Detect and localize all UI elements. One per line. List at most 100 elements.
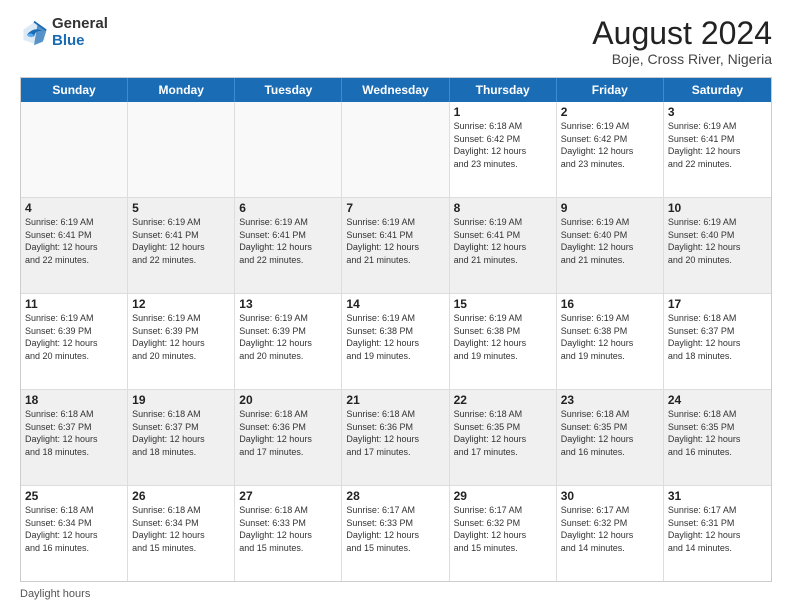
calendar-header-cell: Thursday (450, 78, 557, 102)
footer-note: Daylight hours (20, 588, 772, 600)
calendar-day-cell: 13Sunrise: 6:19 AM Sunset: 6:39 PM Dayli… (235, 294, 342, 389)
day-info: Sunrise: 6:17 AM Sunset: 6:33 PM Dayligh… (346, 504, 444, 554)
calendar-day-cell: 9Sunrise: 6:19 AM Sunset: 6:40 PM Daylig… (557, 198, 664, 293)
calendar-day-cell: 29Sunrise: 6:17 AM Sunset: 6:32 PM Dayli… (450, 486, 557, 581)
day-info: Sunrise: 6:18 AM Sunset: 6:36 PM Dayligh… (239, 408, 337, 458)
header: General Blue August 2024 Boje, Cross Riv… (20, 16, 772, 67)
calendar-day-cell: 23Sunrise: 6:18 AM Sunset: 6:35 PM Dayli… (557, 390, 664, 485)
day-number: 2 (561, 105, 659, 119)
calendar-day-cell: 25Sunrise: 6:18 AM Sunset: 6:34 PM Dayli… (21, 486, 128, 581)
day-info: Sunrise: 6:19 AM Sunset: 6:40 PM Dayligh… (561, 216, 659, 266)
calendar-day-cell (128, 102, 235, 197)
logo-text: General Blue (52, 16, 108, 49)
calendar-day-cell: 14Sunrise: 6:19 AM Sunset: 6:38 PM Dayli… (342, 294, 449, 389)
day-info: Sunrise: 6:19 AM Sunset: 6:38 PM Dayligh… (346, 312, 444, 362)
day-info: Sunrise: 6:19 AM Sunset: 6:39 PM Dayligh… (132, 312, 230, 362)
calendar-week-row: 4Sunrise: 6:19 AM Sunset: 6:41 PM Daylig… (21, 198, 771, 294)
day-info: Sunrise: 6:19 AM Sunset: 6:41 PM Dayligh… (454, 216, 552, 266)
calendar-week-row: 25Sunrise: 6:18 AM Sunset: 6:34 PM Dayli… (21, 486, 771, 581)
day-number: 25 (25, 489, 123, 503)
calendar-day-cell: 18Sunrise: 6:18 AM Sunset: 6:37 PM Dayli… (21, 390, 128, 485)
calendar-day-cell (235, 102, 342, 197)
calendar-body: 1Sunrise: 6:18 AM Sunset: 6:42 PM Daylig… (21, 102, 771, 581)
day-number: 28 (346, 489, 444, 503)
day-number: 24 (668, 393, 767, 407)
calendar-day-cell: 8Sunrise: 6:19 AM Sunset: 6:41 PM Daylig… (450, 198, 557, 293)
logo-general-text: General (52, 16, 108, 33)
day-info: Sunrise: 6:19 AM Sunset: 6:38 PM Dayligh… (561, 312, 659, 362)
calendar-day-cell: 16Sunrise: 6:19 AM Sunset: 6:38 PM Dayli… (557, 294, 664, 389)
logo-icon (20, 19, 48, 47)
day-info: Sunrise: 6:19 AM Sunset: 6:41 PM Dayligh… (668, 120, 767, 170)
calendar-day-cell: 28Sunrise: 6:17 AM Sunset: 6:33 PM Dayli… (342, 486, 449, 581)
day-number: 4 (25, 201, 123, 215)
day-info: Sunrise: 6:18 AM Sunset: 6:33 PM Dayligh… (239, 504, 337, 554)
calendar-day-cell (342, 102, 449, 197)
day-number: 20 (239, 393, 337, 407)
day-info: Sunrise: 6:18 AM Sunset: 6:37 PM Dayligh… (132, 408, 230, 458)
calendar-day-cell: 4Sunrise: 6:19 AM Sunset: 6:41 PM Daylig… (21, 198, 128, 293)
calendar-week-row: 11Sunrise: 6:19 AM Sunset: 6:39 PM Dayli… (21, 294, 771, 390)
calendar-week-row: 1Sunrise: 6:18 AM Sunset: 6:42 PM Daylig… (21, 102, 771, 198)
day-info: Sunrise: 6:17 AM Sunset: 6:32 PM Dayligh… (561, 504, 659, 554)
calendar-day-cell: 7Sunrise: 6:19 AM Sunset: 6:41 PM Daylig… (342, 198, 449, 293)
calendar: SundayMondayTuesdayWednesdayThursdayFrid… (20, 77, 772, 582)
day-info: Sunrise: 6:17 AM Sunset: 6:32 PM Dayligh… (454, 504, 552, 554)
day-number: 12 (132, 297, 230, 311)
calendar-day-cell: 26Sunrise: 6:18 AM Sunset: 6:34 PM Dayli… (128, 486, 235, 581)
calendar-day-cell: 11Sunrise: 6:19 AM Sunset: 6:39 PM Dayli… (21, 294, 128, 389)
day-number: 1 (454, 105, 552, 119)
calendar-day-cell: 19Sunrise: 6:18 AM Sunset: 6:37 PM Dayli… (128, 390, 235, 485)
calendar-day-cell: 27Sunrise: 6:18 AM Sunset: 6:33 PM Dayli… (235, 486, 342, 581)
day-info: Sunrise: 6:19 AM Sunset: 6:42 PM Dayligh… (561, 120, 659, 170)
day-info: Sunrise: 6:17 AM Sunset: 6:31 PM Dayligh… (668, 504, 767, 554)
day-info: Sunrise: 6:19 AM Sunset: 6:39 PM Dayligh… (25, 312, 123, 362)
calendar-day-cell: 12Sunrise: 6:19 AM Sunset: 6:39 PM Dayli… (128, 294, 235, 389)
day-number: 13 (239, 297, 337, 311)
day-info: Sunrise: 6:19 AM Sunset: 6:41 PM Dayligh… (239, 216, 337, 266)
day-number: 19 (132, 393, 230, 407)
calendar-day-cell: 2Sunrise: 6:19 AM Sunset: 6:42 PM Daylig… (557, 102, 664, 197)
calendar-header-cell: Monday (128, 78, 235, 102)
day-number: 3 (668, 105, 767, 119)
day-info: Sunrise: 6:19 AM Sunset: 6:40 PM Dayligh… (668, 216, 767, 266)
calendar-header-cell: Friday (557, 78, 664, 102)
calendar-day-cell: 21Sunrise: 6:18 AM Sunset: 6:36 PM Dayli… (342, 390, 449, 485)
calendar-day-cell: 30Sunrise: 6:17 AM Sunset: 6:32 PM Dayli… (557, 486, 664, 581)
day-info: Sunrise: 6:18 AM Sunset: 6:37 PM Dayligh… (25, 408, 123, 458)
calendar-day-cell (21, 102, 128, 197)
day-info: Sunrise: 6:18 AM Sunset: 6:35 PM Dayligh… (668, 408, 767, 458)
day-info: Sunrise: 6:19 AM Sunset: 6:41 PM Dayligh… (25, 216, 123, 266)
day-number: 11 (25, 297, 123, 311)
day-number: 23 (561, 393, 659, 407)
day-number: 14 (346, 297, 444, 311)
day-number: 16 (561, 297, 659, 311)
day-number: 5 (132, 201, 230, 215)
calendar-header-cell: Wednesday (342, 78, 449, 102)
calendar-day-cell: 20Sunrise: 6:18 AM Sunset: 6:36 PM Dayli… (235, 390, 342, 485)
day-info: Sunrise: 6:18 AM Sunset: 6:35 PM Dayligh… (561, 408, 659, 458)
calendar-header-cell: Saturday (664, 78, 771, 102)
day-info: Sunrise: 6:18 AM Sunset: 6:34 PM Dayligh… (25, 504, 123, 554)
calendar-week-row: 18Sunrise: 6:18 AM Sunset: 6:37 PM Dayli… (21, 390, 771, 486)
calendar-day-cell: 22Sunrise: 6:18 AM Sunset: 6:35 PM Dayli… (450, 390, 557, 485)
day-number: 21 (346, 393, 444, 407)
calendar-day-cell: 5Sunrise: 6:19 AM Sunset: 6:41 PM Daylig… (128, 198, 235, 293)
day-number: 18 (25, 393, 123, 407)
calendar-day-cell: 6Sunrise: 6:19 AM Sunset: 6:41 PM Daylig… (235, 198, 342, 293)
day-info: Sunrise: 6:18 AM Sunset: 6:35 PM Dayligh… (454, 408, 552, 458)
day-info: Sunrise: 6:18 AM Sunset: 6:37 PM Dayligh… (668, 312, 767, 362)
calendar-header-cell: Tuesday (235, 78, 342, 102)
day-info: Sunrise: 6:18 AM Sunset: 6:36 PM Dayligh… (346, 408, 444, 458)
day-number: 9 (561, 201, 659, 215)
calendar-day-cell: 1Sunrise: 6:18 AM Sunset: 6:42 PM Daylig… (450, 102, 557, 197)
calendar-day-cell: 24Sunrise: 6:18 AM Sunset: 6:35 PM Dayli… (664, 390, 771, 485)
day-number: 8 (454, 201, 552, 215)
calendar-day-cell: 17Sunrise: 6:18 AM Sunset: 6:37 PM Dayli… (664, 294, 771, 389)
calendar-header: SundayMondayTuesdayWednesdayThursdayFrid… (21, 78, 771, 102)
logo: General Blue (20, 16, 108, 49)
day-info: Sunrise: 6:19 AM Sunset: 6:39 PM Dayligh… (239, 312, 337, 362)
logo-blue-text: Blue (52, 33, 108, 50)
subtitle: Boje, Cross River, Nigeria (592, 51, 772, 67)
calendar-header-cell: Sunday (21, 78, 128, 102)
